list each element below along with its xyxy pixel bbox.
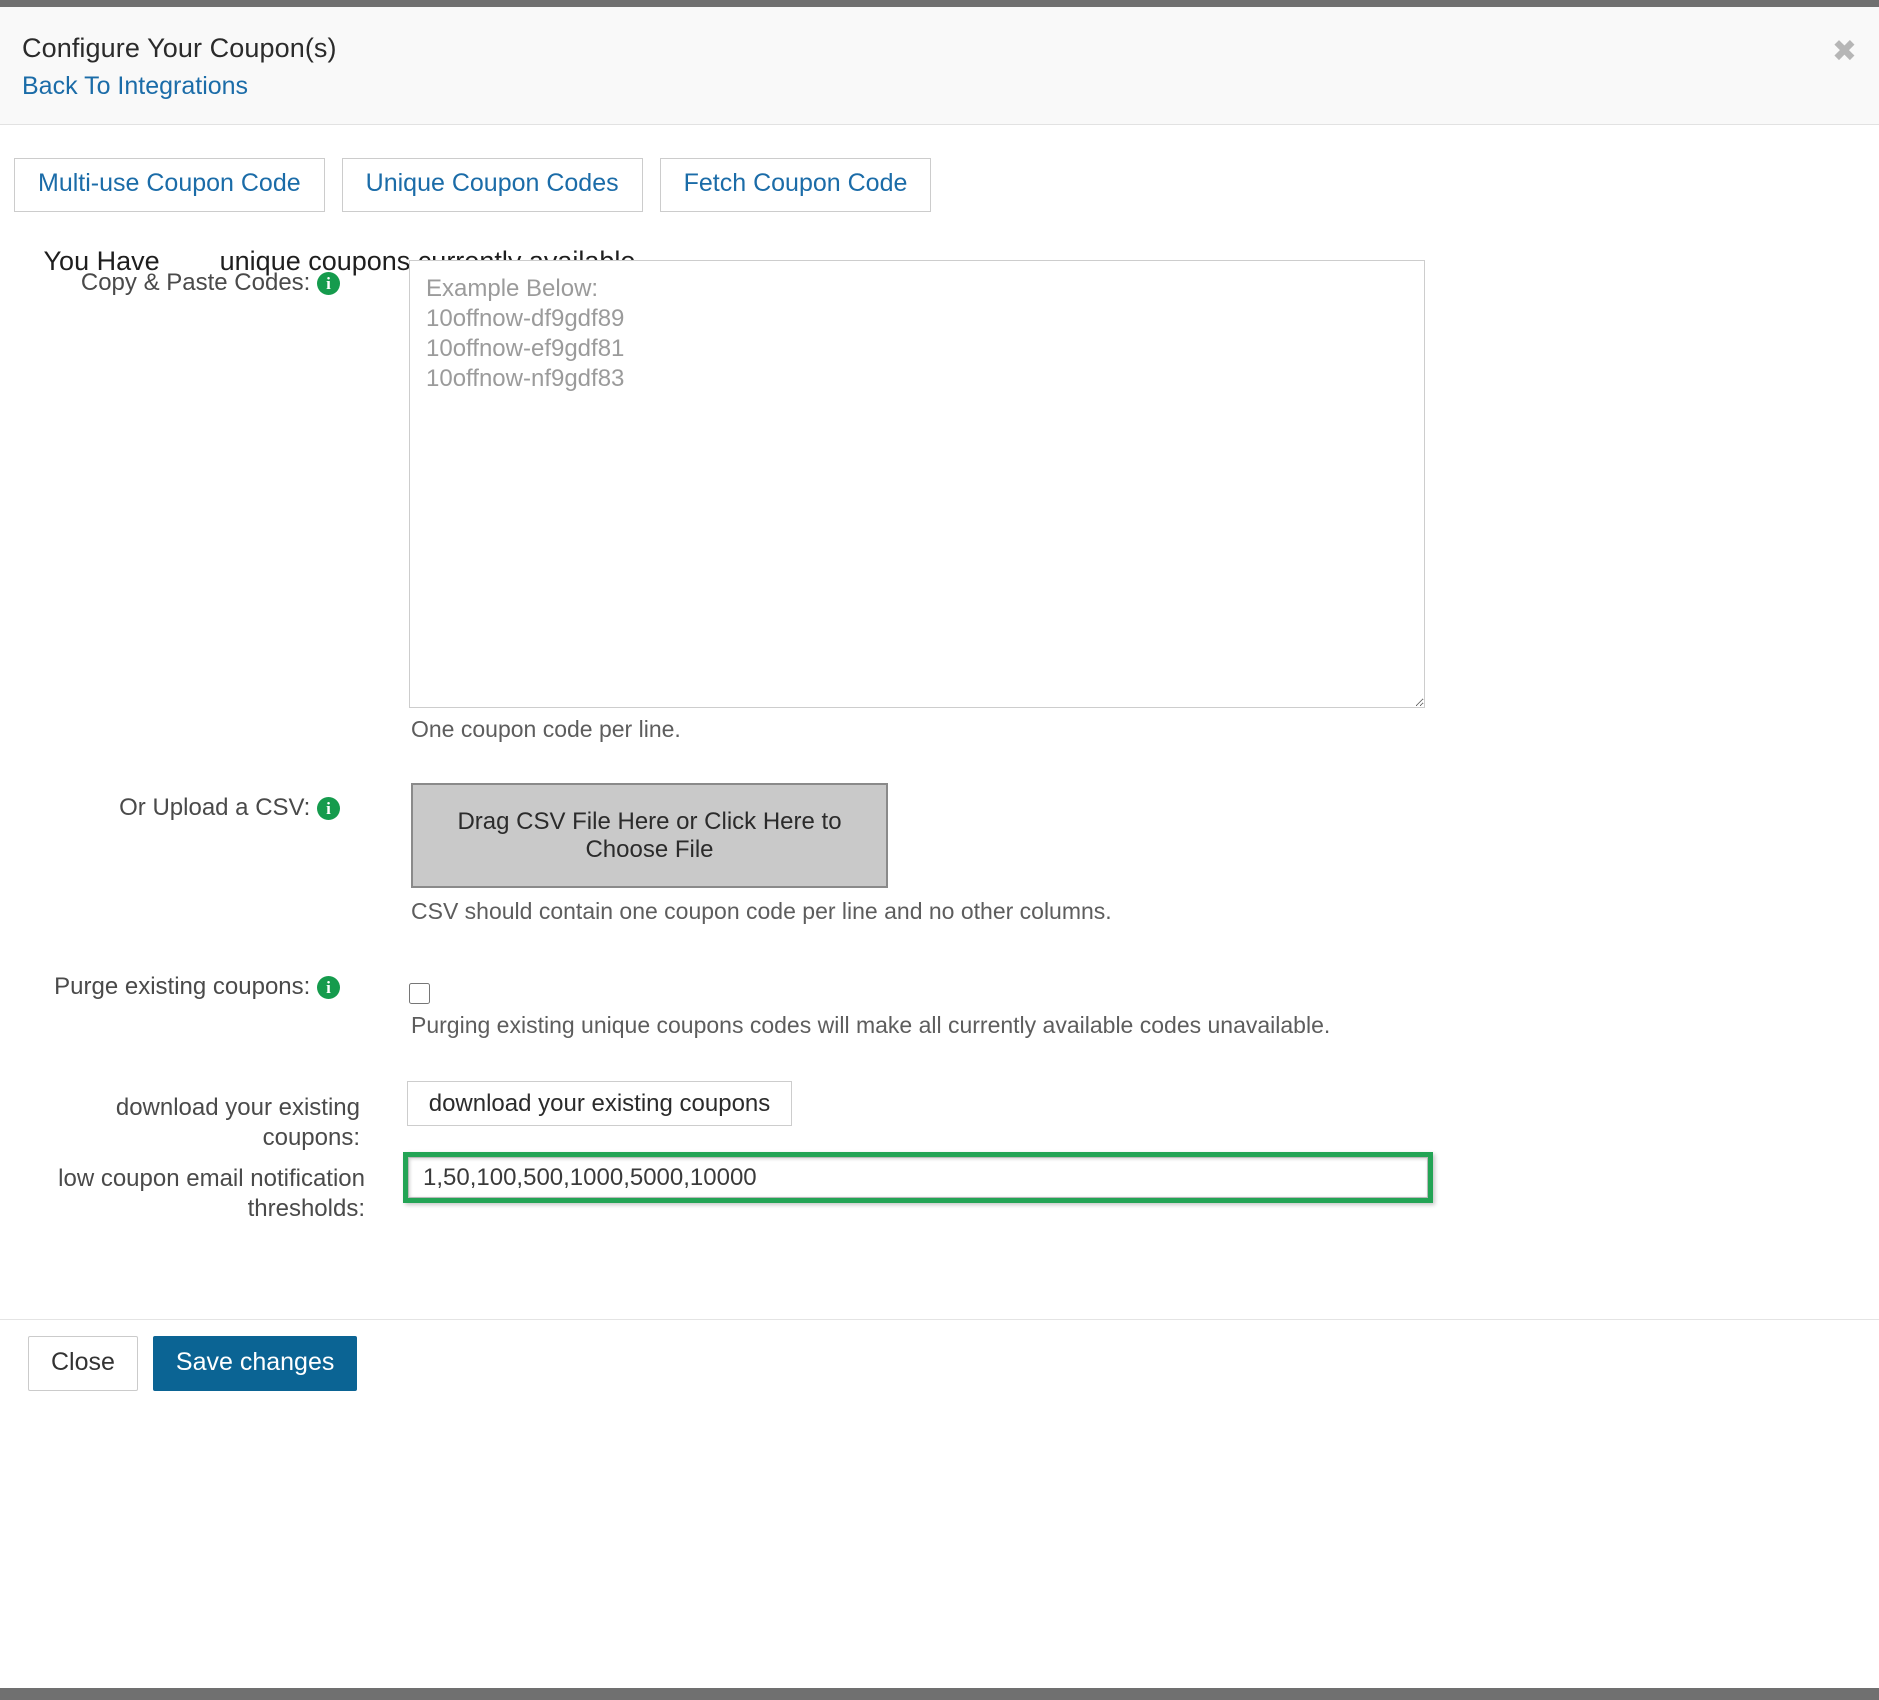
browser-chrome-bottom: [0, 1688, 1879, 1700]
tab-unique-coupon-codes[interactable]: Unique Coupon Codes: [342, 158, 643, 212]
copy-paste-codes-label-text: Copy & Paste Codes:: [81, 269, 310, 296]
download-existing-coupons-button[interactable]: download your existing coupons: [407, 1081, 792, 1126]
coupon-type-tabs: Multi-use Coupon Code Unique Coupon Code…: [14, 158, 931, 212]
coupon-config-modal: Configure Your Coupon(s) Back To Integra…: [0, 0, 1879, 1700]
info-icon-purge[interactable]: i: [317, 976, 340, 999]
low-coupon-threshold-input[interactable]: [408, 1157, 1428, 1198]
upload-csv-label-text: Or Upload a CSV:: [119, 794, 310, 821]
low-coupon-threshold-focus-ring: [403, 1152, 1433, 1203]
tab-fetch-coupon-code[interactable]: Fetch Coupon Code: [660, 158, 932, 212]
download-coupons-label: download your existing coupons:: [20, 1093, 360, 1153]
copy-paste-helper-text: One coupon code per line.: [411, 716, 681, 743]
close-icon[interactable]: ✖: [1832, 37, 1857, 67]
page-title: Configure Your Coupon(s): [22, 33, 337, 64]
modal-footer: Close Save changes: [0, 1319, 1879, 1688]
browser-chrome-top: [0, 0, 1879, 7]
purge-label-text: Purge existing coupons:: [54, 973, 310, 1000]
back-to-integrations-link[interactable]: Back To Integrations: [22, 72, 248, 101]
purge-helper-text: Purging existing unique coupons codes wi…: [411, 1012, 1330, 1039]
upload-csv-helper-text: CSV should contain one coupon code per l…: [411, 898, 1112, 925]
footer-button-group: Close Save changes: [28, 1336, 357, 1391]
coupon-codes-textarea[interactable]: [409, 260, 1425, 708]
purge-existing-coupons-label: Purge existing coupons: i: [20, 972, 340, 1002]
low-coupon-threshold-label: low coupon email notification thresholds…: [20, 1164, 365, 1224]
csv-dropzone[interactable]: Drag CSV File Here or Click Here to Choo…: [411, 783, 888, 888]
upload-csv-label: Or Upload a CSV: i: [20, 793, 340, 823]
close-button[interactable]: Close: [28, 1336, 138, 1391]
modal-header: Configure Your Coupon(s) Back To Integra…: [0, 7, 1879, 125]
info-icon-copy-paste[interactable]: i: [317, 272, 340, 295]
tab-multi-use-coupon-code[interactable]: Multi-use Coupon Code: [14, 158, 325, 212]
save-changes-button[interactable]: Save changes: [153, 1336, 357, 1391]
purge-existing-coupons-checkbox[interactable]: [409, 983, 430, 1004]
copy-paste-codes-label: Copy & Paste Codes: i: [20, 268, 340, 298]
info-icon-upload-csv[interactable]: i: [317, 797, 340, 820]
